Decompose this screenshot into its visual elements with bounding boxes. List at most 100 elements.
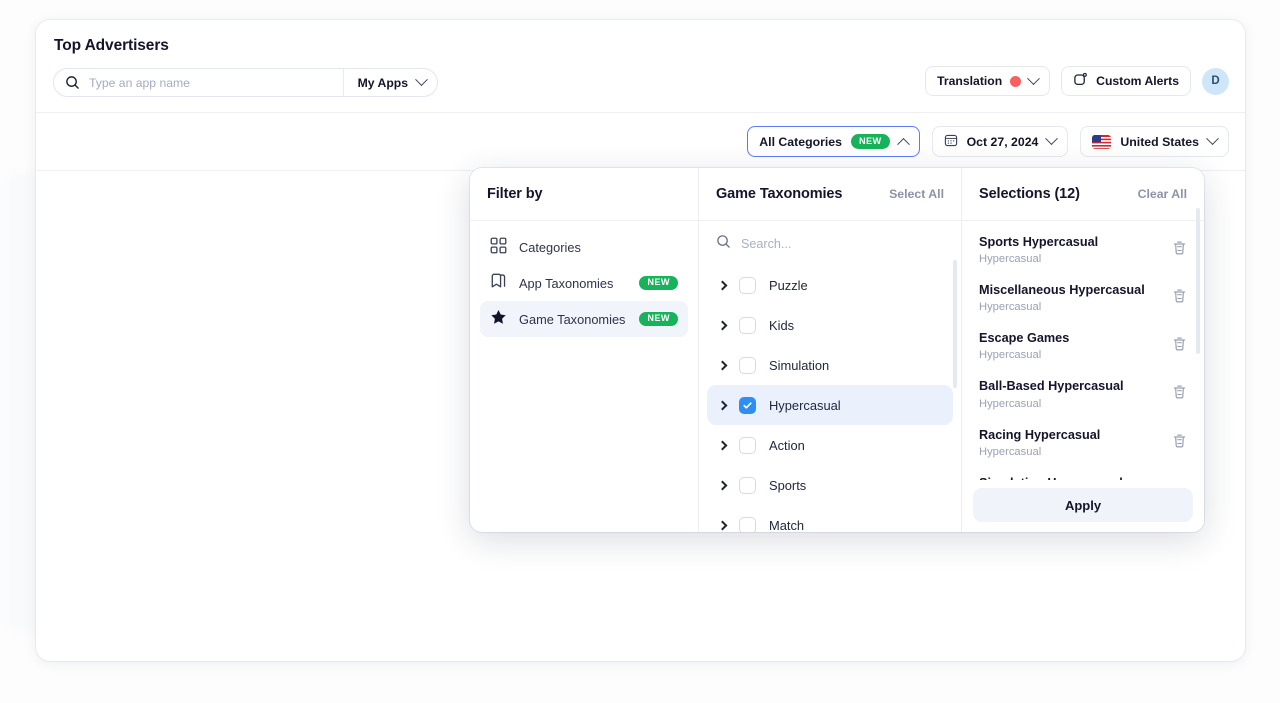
filter-by-item-label: Categories	[519, 239, 581, 255]
taxonomy-item-label: Puzzle	[769, 277, 808, 293]
taxonomy-checkbox[interactable]	[739, 356, 756, 374]
game-taxonomies-column: Game Taxonomies Select All Puzzle Kids Sim…	[699, 168, 962, 532]
selection-parent: Hypercasual	[979, 397, 1042, 410]
selections-scrollbar[interactable]	[1196, 208, 1200, 354]
search-input[interactable]	[89, 75, 299, 90]
translation-button[interactable]: Translation	[925, 66, 1051, 96]
filter-by-item-categories[interactable]: Categories	[480, 229, 688, 265]
filter-bar: All Categories NEW Oct 27, 2024 United S…	[36, 113, 1245, 171]
taxonomy-scrollbar[interactable]	[953, 260, 957, 388]
selection-parent: Hypercasual	[979, 445, 1042, 458]
taxonomy-checkbox[interactable]	[739, 516, 756, 532]
header-actions: Translation Custom Alerts D	[925, 66, 1229, 96]
delete-icon[interactable]	[1172, 336, 1187, 357]
taxonomy-item-match[interactable]: Match	[707, 505, 953, 532]
selection-item: Racing Hypercasual Hypercasual	[962, 418, 1204, 466]
filter-by-item-label: App Taxonomies	[519, 275, 614, 291]
chevron-right-icon[interactable]	[717, 320, 728, 330]
taxonomy-item-action[interactable]: Action	[707, 425, 953, 465]
selection-name: Sports Hypercasual	[979, 235, 1099, 249]
taxonomy-search-input[interactable]	[741, 237, 911, 251]
selection-parent: Hypercasual	[979, 301, 1042, 314]
selection-name: Escape Games	[979, 331, 1070, 346]
all-categories-filter[interactable]: All Categories NEW	[747, 126, 920, 157]
us-flag-icon	[1092, 134, 1112, 149]
chevron-right-icon[interactable]	[717, 480, 728, 490]
taxonomy-checkbox[interactable]	[739, 436, 756, 454]
custom-alerts-button[interactable]: Custom Alerts	[1061, 66, 1191, 96]
grid-icon	[490, 237, 507, 257]
chevron-right-icon[interactable]	[717, 520, 728, 530]
chevron-right-icon[interactable]	[717, 400, 728, 410]
card-header: Top Advertisers My Apps Translation	[36, 20, 1245, 113]
chevron-right-icon[interactable]	[717, 440, 728, 450]
clear-all-link[interactable]: Clear All	[1138, 187, 1187, 201]
chevron-down-icon	[415, 73, 428, 87]
country-filter[interactable]: United States	[1080, 126, 1229, 157]
date-label: Oct 27, 2024	[966, 134, 1039, 149]
new-badge: NEW	[639, 275, 678, 291]
selection-item: Miscellaneous Hypercasual Hypercasual	[962, 273, 1204, 321]
app-root: All Categories App 1App 2App 3App 4App 5…	[0, 0, 1280, 703]
selections-title: Selections (12)	[979, 186, 1080, 202]
filter-dropdown-panel: Filter by Categories App Taxonomies NEW Gam…	[470, 168, 1204, 532]
taxonomy-checkbox[interactable]	[739, 276, 756, 294]
taxonomy-checkbox[interactable]	[739, 316, 756, 334]
app-search-bar[interactable]: My Apps	[53, 68, 438, 97]
delete-icon[interactable]	[1172, 433, 1187, 454]
search-icon	[716, 234, 731, 254]
new-badge: NEW	[850, 134, 890, 149]
taxonomy-item-simulation[interactable]: Simulation	[707, 345, 953, 385]
search-divider	[343, 69, 344, 96]
delete-icon[interactable]	[1172, 384, 1187, 405]
selection-text: Miscellaneous Hypercasual Hypercasual	[979, 282, 1145, 313]
selections-header: Selections (12) Clear All	[962, 168, 1204, 221]
country-label: United States	[1120, 134, 1199, 149]
apply-bar: Apply	[962, 480, 1204, 532]
chevron-right-icon[interactable]	[717, 280, 728, 290]
taxonomy-item-label: Hypercasual	[769, 397, 841, 413]
selection-text: Racing Hypercasual Hypercasual	[979, 427, 1100, 458]
star-icon	[490, 309, 507, 329]
chevron-down-icon	[1027, 71, 1041, 85]
taxonomy-item-puzzle[interactable]: Puzzle	[707, 265, 953, 305]
apply-button[interactable]: Apply	[973, 488, 1193, 522]
filter-by-item-app-taxonomies[interactable]: App Taxonomies NEW	[480, 265, 688, 301]
game-taxonomies-title: Game Taxonomies	[716, 186, 843, 202]
taxonomy-item-hypercasual[interactable]: Hypercasual	[707, 385, 953, 425]
game-taxonomies-header: Game Taxonomies Select All	[699, 168, 961, 221]
filter-by-item-game-taxonomies[interactable]: Game Taxonomies NEW	[480, 301, 688, 337]
selection-item: Ball-Based Hypercasual Hypercasual	[962, 369, 1204, 417]
page-title: Top Advertisers	[54, 37, 169, 54]
avatar[interactable]: D	[1202, 67, 1229, 95]
search-icon	[65, 75, 80, 90]
filter-by-column: Filter by Categories App Taxonomies NEW Gam…	[470, 168, 699, 532]
taxonomy-item-kids[interactable]: Kids	[707, 305, 953, 345]
custom-alerts-label: Custom Alerts	[1096, 74, 1179, 88]
filter-by-header: Filter by	[470, 168, 698, 221]
taxonomy-item-sports[interactable]: Sports	[707, 465, 953, 505]
selection-text: Sports Hypercasual Hypercasual	[979, 234, 1098, 265]
date-filter[interactable]: Oct 27, 2024	[931, 126, 1069, 157]
select-all-link[interactable]: Select All	[889, 187, 944, 201]
translation-label: Translation	[937, 74, 1003, 88]
translation-status-dot	[1010, 75, 1022, 87]
chevron-right-icon[interactable]	[717, 360, 728, 370]
all-categories-label: All Categories	[759, 134, 842, 149]
taxonomy-checkbox[interactable]	[739, 396, 756, 414]
bookmark-icon	[490, 273, 507, 293]
delete-icon[interactable]	[1172, 288, 1187, 309]
taxonomy-item-label: Simulation	[769, 357, 830, 373]
my-apps-dropdown[interactable]: My Apps	[357, 69, 428, 96]
chevron-down-icon	[1045, 132, 1059, 146]
chevron-down-icon	[1206, 132, 1219, 146]
selection-text: Ball-Based Hypercasual Hypercasual	[979, 378, 1124, 409]
selections-column: Selections (12) Clear All Sports Hyperca…	[962, 168, 1204, 532]
selection-item: Escape Games Hypercasual	[962, 321, 1204, 369]
taxonomy-checkbox[interactable]	[739, 476, 756, 494]
taxonomy-search-bar[interactable]	[699, 221, 961, 265]
filter-by-title: Filter by	[487, 186, 543, 202]
chevron-up-icon	[896, 137, 910, 151]
my-apps-label: My Apps	[357, 75, 408, 90]
delete-icon[interactable]	[1172, 240, 1187, 261]
